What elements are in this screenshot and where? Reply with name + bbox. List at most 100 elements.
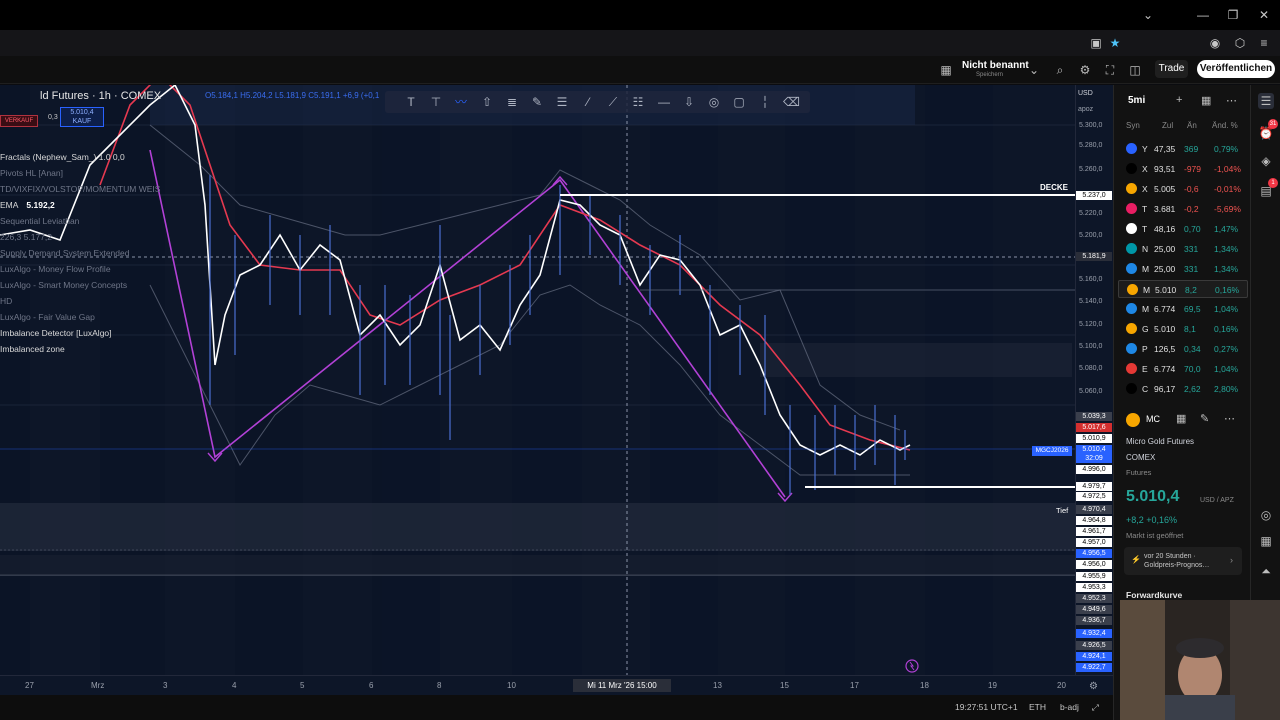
close-icon[interactable]: ✕ (1255, 6, 1273, 24)
camera-icon[interactable]: ◫ (1127, 62, 1143, 78)
screenshot-icon[interactable]: ▣ (1088, 35, 1104, 51)
watchlist-last: 5.005 (1154, 184, 1176, 194)
rect-tool-icon[interactable]: ▢ (731, 94, 747, 110)
buy-button[interactable]: 5.010,4 KAUF (60, 107, 104, 127)
col-last[interactable]: Zul (1162, 121, 1173, 130)
watchlist-last: 3.681 (1154, 204, 1176, 214)
indicator-legend[interactable]: Imbalanced zone (0, 344, 65, 354)
watchlist-row[interactable]: X 93,51 -979 -1,04% (1118, 160, 1248, 178)
chart-canvas[interactable]: T ⊤ 〰 ⇧ ≣ ✎ ☰ ⁄ ⟋ ☷ — ⇩ ◎ ▢ ╎ ⌫ ld Futur… (0, 85, 1075, 675)
arrow-up-tool-icon[interactable]: ⇧ (479, 94, 495, 110)
adjust-toggle[interactable]: b-adj (1060, 702, 1079, 712)
indicator-legend[interactable]: Imbalance Detector [LuxAlgo] (0, 328, 112, 338)
watchlist-row[interactable]: M 5.010 8,2 0,16% (1118, 280, 1248, 298)
watchlist-interval[interactable]: 5mi (1128, 95, 1145, 106)
pitchfork-tool-icon[interactable]: ☷ (630, 94, 646, 110)
trade-button[interactable]: Trade (1155, 60, 1188, 78)
indicator-legend[interactable]: 226,3 5.177,2 (0, 232, 52, 242)
path-tool-icon[interactable]: 〰 (453, 94, 469, 110)
ray-tool-icon[interactable]: ⟋ (605, 94, 621, 110)
calendar-icon[interactable]: ▦ (1258, 533, 1274, 549)
grid-icon[interactable]: ▦ (1176, 412, 1186, 425)
tief-label: Tief (1056, 506, 1069, 515)
watchlist-row[interactable]: Y 47,35 369 0,79% (1118, 140, 1248, 158)
extensions-icon[interactable]: ⬡ (1232, 35, 1248, 51)
layers-icon[interactable]: ◈ (1258, 153, 1274, 169)
layout-name[interactable]: Nicht benannt (962, 60, 1029, 71)
vline-tool-icon[interactable]: ╎ (757, 94, 773, 110)
text-tool-icon[interactable]: T (403, 94, 419, 110)
indicator-legend[interactable]: Pivots HL [Anan] (0, 168, 63, 178)
watchlist-row[interactable]: E 6.774 70,0 1,04% (1118, 360, 1248, 378)
forward-curve-title[interactable]: Forwardkurve (1126, 590, 1182, 600)
symbol-title[interactable]: ld Futures · 1h · COMEX (40, 90, 161, 102)
details-name[interactable]: Micro Gold Futures (1126, 437, 1194, 446)
watchlist-row[interactable]: C 96,17 2,62 2,80% (1118, 380, 1248, 398)
clock[interactable]: 19:27:51 UTC+1 (955, 702, 1018, 712)
target-icon[interactable]: ◎ (1258, 507, 1274, 523)
watchlist-row[interactable]: T 3.681 -0,2 -5,69% (1118, 200, 1248, 218)
expand-icon[interactable]: ⤢ (1092, 702, 1099, 713)
indicator-legend[interactable]: Fractals (Nephew_Sam_) 1.0 0,0 (0, 152, 125, 162)
target-tool-icon[interactable]: ◎ (706, 94, 722, 110)
star-icon[interactable]: ★ (1107, 35, 1123, 51)
lines-tool-icon[interactable]: ≣ (504, 94, 520, 110)
indicator-legend[interactable]: EMA 5.192,2 (0, 200, 55, 210)
brush-tool-icon[interactable]: ⁄ (580, 94, 596, 110)
time-axis[interactable]: 27 Mrz 3 4 5 6 8 10 Mi 11 Mrz '26 15:00 … (0, 675, 1113, 695)
indicator-legend[interactable]: Supply Demand System Extended (0, 248, 129, 258)
indicator-legend[interactable]: HD (0, 296, 12, 306)
col-change[interactable]: Än (1187, 121, 1197, 130)
currency-label[interactable]: USD (1078, 90, 1093, 97)
menu-icon[interactable]: ≡ (1256, 35, 1272, 51)
price-tick: 5.300,0 (1079, 122, 1103, 129)
details-price: 5.010,4 (1126, 488, 1180, 505)
session-toggle[interactable]: ETH (1029, 702, 1046, 712)
indicator-legend[interactable]: Sequential Leviathan (0, 216, 79, 226)
watchlist-row[interactable]: X 5.005 -0,6 -0,01% (1118, 180, 1248, 198)
chevron-right-icon: › (1230, 555, 1233, 565)
layout-icon[interactable]: ▦ (1201, 94, 1211, 107)
unit-label[interactable]: apoz (1078, 106, 1093, 113)
fullscreen-icon[interactable]: ⛶ (1102, 62, 1118, 78)
layout-grid-icon[interactable]: ▦ (938, 62, 954, 78)
fib-tool-icon[interactable]: ☰ (554, 94, 570, 110)
add-symbol-icon[interactable]: + (1176, 94, 1182, 106)
details-ticker[interactable]: MC (1146, 414, 1160, 424)
indicator-legend[interactable]: LuxAlgo - Money Flow Profile (0, 264, 111, 274)
price-axis[interactable]: USD apoz 5.300,0 5.280,0 5.260,0 5.220,0… (1075, 85, 1113, 675)
chevron-down-icon[interactable]: ⌄ (1026, 62, 1042, 78)
watchlist-row[interactable]: G 5.010 8,1 0,16% (1118, 320, 1248, 338)
eraser-tool-icon[interactable]: ⌫ (783, 94, 800, 110)
col-symbol[interactable]: Syn (1126, 121, 1140, 130)
layout-save-label[interactable]: Speichern (976, 72, 1003, 78)
watchlist-row[interactable]: M 6.774 69,5 1,04% (1118, 300, 1248, 318)
up-icon[interactable]: ⏶ (1258, 563, 1274, 579)
more-icon[interactable]: ⋯ (1226, 94, 1237, 107)
sell-button[interactable]: VERKAUF (0, 115, 38, 127)
axis-settings-icon[interactable]: ⚙ (1089, 681, 1098, 692)
indicator-legend[interactable]: LuxAlgo - Fair Value Gap (0, 312, 95, 322)
watchlist-icon[interactable]: ☰ (1258, 93, 1274, 109)
settings-icon[interactable]: ⚙ (1077, 62, 1093, 78)
arrow-down-tool-icon[interactable]: ⇩ (681, 94, 697, 110)
more-icon[interactable]: ⋯ (1224, 412, 1235, 425)
search-icon[interactable]: ⌕ (1052, 62, 1068, 78)
hline-tool-icon[interactable]: — (656, 94, 672, 110)
minimize-icon[interactable]: — (1194, 6, 1212, 24)
news-card[interactable]: ⚡ vor 20 Stunden · Goldpreis-Prognos… › (1124, 547, 1242, 575)
edit-icon[interactable]: ✎ (1200, 412, 1209, 425)
watchlist-row[interactable]: M 25,00 331 1,34% (1118, 260, 1248, 278)
publish-button[interactable]: Veröffentlichen (1197, 60, 1275, 78)
trend-tool-icon[interactable]: ⊤ (428, 94, 444, 110)
indicator-legend[interactable]: TD/VIXFIX/VOLSTOP/MOMENTUM WEIS (0, 184, 160, 194)
chevron-down-icon[interactable]: ⌄ (1139, 6, 1157, 24)
watchlist-row[interactable]: P 126,5 0,34 0,27% (1118, 340, 1248, 358)
col-change-pct[interactable]: Änd. % (1212, 121, 1238, 130)
watchlist-row[interactable]: N 25,00 331 1,34% (1118, 240, 1248, 258)
watchlist-row[interactable]: T 48,16 0,70 1,47% (1118, 220, 1248, 238)
maximize-icon[interactable]: ❐ (1224, 6, 1242, 24)
pen-tool-icon[interactable]: ✎ (529, 94, 545, 110)
indicator-legend[interactable]: LuxAlgo - Smart Money Concepts (0, 280, 127, 290)
profile-icon[interactable]: ◉ (1207, 35, 1223, 51)
